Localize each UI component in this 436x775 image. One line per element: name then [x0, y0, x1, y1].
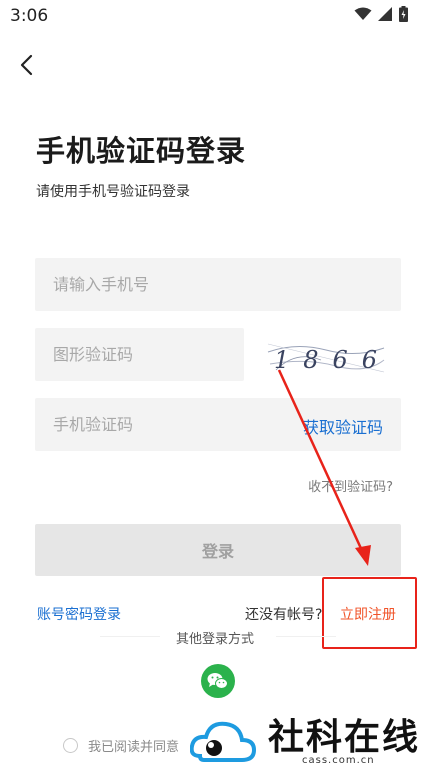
annotation-arrow — [277, 369, 371, 566]
